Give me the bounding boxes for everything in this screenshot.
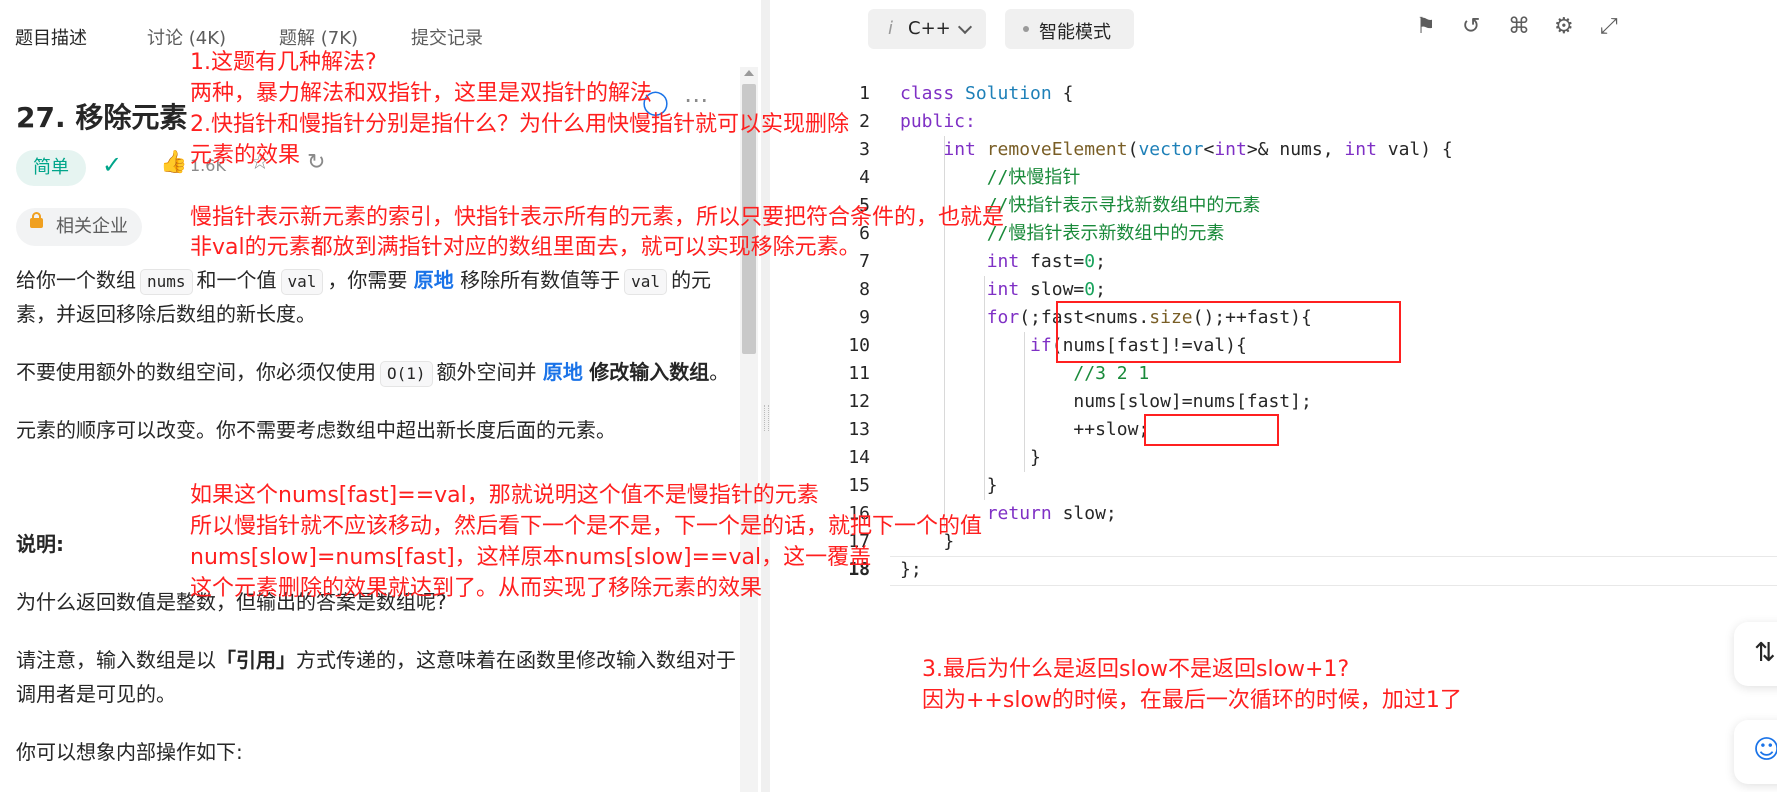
language-label: C++ <box>908 18 951 39</box>
code-line: } <box>900 447 1041 468</box>
annotation-a2-line2: 非val的元素都放到满指针对应的数组里面去，就可以实现移除元素。 <box>190 235 861 260</box>
problem-title: 27. 移除元素 <box>16 101 188 134</box>
emphasis-text: 原地 <box>542 360 583 384</box>
code-line: } <box>900 475 998 496</box>
annotation-q1: 1.这题有几种解法? <box>190 50 377 75</box>
code-inline: val <box>280 269 324 295</box>
feedback-button[interactable]: ☺ <box>1734 720 1777 784</box>
line-number: 10 <box>848 335 870 356</box>
line-number: 14 <box>848 447 870 468</box>
code-inline: O(1) <box>380 361 433 387</box>
code-line: int slow=0; <box>986 279 1106 300</box>
code-line: ++slow; <box>900 419 1150 440</box>
tab-description[interactable]: 题目描述 <box>15 24 87 50</box>
description-p5-line2: 调用者是可见的。 <box>16 682 176 706</box>
desc-text: 和一个值 <box>196 268 277 292</box>
related-companies[interactable]: 相关企业 <box>16 208 142 246</box>
shortcut-icon[interactable]: ⌘ <box>1508 14 1530 39</box>
desc-text: 请注意，输入数组是以 <box>16 648 216 672</box>
tab-submissions[interactable]: 提交记录 <box>411 24 483 50</box>
annotation-a1: 两种，暴力解法和双指针，这里是双指针的解法 <box>190 81 653 106</box>
annotation-n3-line4: 这个元素删除的效果就达到了。从而实现了移除元素的效果 <box>190 576 763 601</box>
code-line: int fast=0; <box>986 251 1106 272</box>
code-line: }; <box>900 559 922 580</box>
desc-text: 方式传递的，这意味着在函数里修改输入数组对于 <box>296 648 736 672</box>
code-line: nums[slow]=nums[fast]; <box>900 391 1312 412</box>
lock-icon <box>30 212 43 228</box>
line-number: 1 <box>859 83 870 104</box>
difficulty-badge: 简单 <box>16 150 86 186</box>
annotation-q2-line2: 元素的效果 <box>190 143 301 168</box>
line-number: 12 <box>848 391 870 412</box>
desc-text: 额外空间并 <box>436 360 537 384</box>
line-number: 8 <box>859 279 870 300</box>
desc-text: 。 <box>709 360 730 384</box>
annotation-n3-line2: 所以慢指针就不应该移动，然后看下一个是不是，下一个是的话，就把下一个的值 <box>190 514 983 539</box>
chat-smile-icon: ☺ <box>1753 735 1777 765</box>
thumbs-up-icon[interactable]: 👍 <box>160 150 187 175</box>
desc-text: 给你一个数组 <box>16 268 136 292</box>
desc-text: 不要使用额外的数组空间，你必须仅使用 <box>16 360 376 384</box>
description-p2: 不要使用额外的数组空间，你必须仅使用 O(1) 额外空间并 原地 修改输入数组。 <box>16 354 761 390</box>
swap-icon: ⇅ <box>1754 638 1776 668</box>
line-number: 11 <box>848 363 870 384</box>
annotation-box-increment <box>1144 414 1279 446</box>
code-inline: val <box>624 269 668 295</box>
language-select[interactable]: i C++ <box>868 9 986 49</box>
settings-gear-icon[interactable]: ⚙ <box>1554 14 1574 39</box>
bookmark-icon[interactable]: ⚑ <box>1416 14 1436 39</box>
code-line: class Solution { <box>900 83 1074 104</box>
code-line: //3 2 1 <box>900 363 1150 384</box>
swap-layout-button[interactable]: ⇅ <box>1734 622 1777 686</box>
fullscreen-icon[interactable]: ⤢ <box>1600 14 1618 39</box>
solved-check-icon: ✓ <box>102 151 123 179</box>
line-number: 4 <box>859 167 870 188</box>
desc-text: 的元 <box>671 268 712 292</box>
status-dot-icon <box>1023 26 1029 32</box>
emphasis-text: 原地 <box>413 268 454 292</box>
description-p1: 给你一个数组 nums 和一个值 val ，你需要 原地 移除所有数值等于 val 的元 <box>16 262 761 298</box>
share-icon[interactable]: ↻ <box>307 150 325 175</box>
annotation-n3-line3: nums[slow]=nums[fast]，这样原本nums[slow]==va… <box>190 545 872 570</box>
annotation-a3: 因为++slow的时候，在最后一次循环的时候，加过1了 <box>922 688 1462 713</box>
description-p5: 请注意，输入数组是以「引用」方式传递的，这意味着在函数里修改输入数组对于 <box>16 642 761 678</box>
description-p6: 你可以想象内部操作如下: <box>16 740 243 764</box>
description-p3: 元素的顺序可以改变。你不需要考虑数组中超出新长度后面的元素。 <box>16 418 616 442</box>
chevron-down-icon <box>957 19 973 35</box>
code-line: //快慢指针 <box>900 167 1081 188</box>
code-line: public: <box>900 111 976 132</box>
annotation-a2-line1: 慢指针表示新元素的索引，快指针表示所有的元素，所以只要把符合条件的，也就是 <box>190 205 1005 230</box>
smart-mode-button[interactable]: 智能模式 <box>1005 9 1134 49</box>
desc-text: ，你需要 <box>327 268 408 292</box>
smart-mode-label: 智能模式 <box>1039 22 1111 43</box>
code-cursor-icon: i <box>888 18 894 39</box>
annotation-n3-line1: 如果这个nums[fast]==val，那就说明这个值不是慢指针的元素 <box>190 483 819 508</box>
bold-text: 「引用」 <box>216 648 296 672</box>
reset-icon[interactable]: ↺ <box>1462 14 1480 39</box>
annotation-q3: 3.最后为什么是返回slow不是返回slow+1? <box>922 657 1350 682</box>
desc-text: 移除所有数值等于 <box>460 268 621 292</box>
scroll-up-icon[interactable] <box>744 70 754 76</box>
annotation-box-loop <box>1056 301 1401 363</box>
company-label: 相关企业 <box>56 216 128 237</box>
line-number: 15 <box>848 475 870 496</box>
annotation-q2-line1: 2.快指针和慢指针分别是指什么？为什么用快慢指针就可以实现删除 <box>190 112 849 137</box>
description-p1-line2: 素，并返回移除后数组的新长度。 <box>16 302 316 326</box>
drag-handle-icon[interactable] <box>764 405 769 431</box>
line-number: 13 <box>848 419 870 440</box>
bold-text: 修改输入数组 <box>589 360 710 384</box>
code-inline: nums <box>140 269 193 295</box>
line-number: 9 <box>859 307 870 328</box>
editor-toolbar: i C++ 智能模式 ⚑ ↺ ⌘ ⚙ ⤢ <box>770 0 1777 60</box>
problem-tabs: 题目描述 讨论 (4K) 题解 (7K) 提交记录 <box>0 0 761 60</box>
code-line: int removeElement(vector<int>& nums, int… <box>943 139 1453 160</box>
